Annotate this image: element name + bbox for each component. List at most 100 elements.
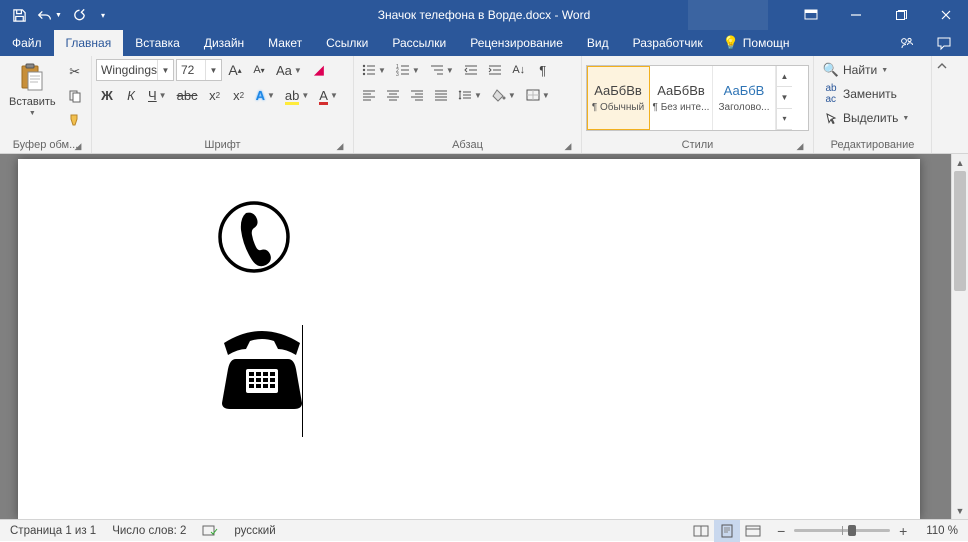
account-indicator[interactable] (688, 0, 768, 30)
subscript-button[interactable]: x2 (204, 84, 226, 106)
font-color-button[interactable]: A▼ (315, 84, 342, 106)
change-case-button[interactable]: Aa▼ (272, 59, 306, 81)
italic-button[interactable]: К (120, 84, 142, 106)
font-name-combo[interactable]: Wingdings ▼ (96, 59, 174, 81)
view-read-mode[interactable] (688, 520, 714, 542)
style-no-spacing[interactable]: АаБбВв ¶ Без инте... (650, 66, 713, 130)
tab-view[interactable]: Вид (575, 30, 621, 56)
collapse-ribbon-button[interactable] (932, 56, 952, 153)
tab-developer[interactable]: Разработчик (621, 30, 715, 56)
bullets-button[interactable]: ▼ (358, 59, 390, 81)
tab-review[interactable]: Рецензирование (458, 30, 575, 56)
select-button[interactable]: Выделить ▼ (818, 107, 927, 129)
font-launcher[interactable]: ◢ (333, 139, 347, 153)
align-left-button[interactable] (358, 84, 380, 106)
save-button[interactable] (6, 2, 32, 28)
tab-design[interactable]: Дизайн (192, 30, 256, 56)
styles-more[interactable]: ▾ (776, 109, 792, 130)
paste-button[interactable]: Вставить ▼ (4, 59, 61, 120)
clipboard-launcher[interactable]: ◢ (71, 139, 85, 153)
qat-customize-button[interactable]: ▾ (96, 2, 110, 28)
zoom-thumb[interactable] (848, 525, 856, 536)
sort-button[interactable]: A↓ (508, 59, 530, 81)
status-spellcheck[interactable] (194, 520, 226, 541)
wingdings-handset-symbol (216, 199, 920, 275)
undo-button[interactable]: ▼ (36, 2, 62, 28)
replace-button[interactable]: abac Заменить (818, 83, 927, 105)
scroll-up-button[interactable]: ▲ (952, 154, 968, 171)
text-effects-button[interactable]: A▼ (252, 84, 279, 106)
share-icon (898, 35, 914, 51)
status-words[interactable]: Число слов: 2 (104, 520, 194, 541)
styles-row-up[interactable]: ▲ (776, 66, 792, 87)
styles-row-down[interactable]: ▼ (776, 87, 792, 108)
tab-references[interactable]: Ссылки (314, 30, 380, 56)
line-spacing-button[interactable]: ▼ (454, 84, 486, 106)
zoom-in-button[interactable]: + (894, 523, 912, 539)
minimize-button[interactable] (833, 0, 878, 30)
shrink-font-button[interactable]: A▾ (248, 59, 270, 81)
shading-button[interactable]: ▼ (488, 84, 520, 106)
font-size-combo[interactable]: 72 ▼ (176, 59, 222, 81)
window-title: Значок телефона в Ворде.docx - Word (378, 8, 591, 22)
group-editing: 🔍 Найти ▼ abac Заменить Выделить ▼ Редак… (814, 56, 932, 153)
tab-file[interactable]: Файл (0, 30, 54, 56)
tell-me[interactable]: 💡 Помощн (715, 30, 798, 56)
borders-button[interactable]: ▼ (522, 84, 554, 106)
align-center-button[interactable] (382, 84, 404, 106)
group-clipboard: Вставить ▼ ✂ Буфер обм...◢ (0, 56, 92, 153)
minimize-icon (850, 9, 862, 21)
styles-launcher[interactable]: ◢ (793, 139, 807, 153)
align-right-button[interactable] (406, 84, 428, 106)
tab-home[interactable]: Главная (54, 30, 124, 56)
view-web-layout[interactable] (740, 520, 766, 542)
close-button[interactable] (923, 0, 968, 30)
scroll-track[interactable] (952, 171, 968, 502)
ribbon-tabs: Файл Главная Вставка Дизайн Макет Ссылки… (0, 30, 968, 56)
zoom-slider[interactable] (794, 529, 890, 532)
justify-icon (434, 89, 448, 101)
svg-text:3: 3 (396, 72, 399, 76)
zoom-control: − + (766, 523, 918, 539)
clear-formatting-button[interactable]: ◢ (308, 59, 330, 81)
increase-indent-button[interactable] (484, 59, 506, 81)
tab-mailings[interactable]: Рассылки (380, 30, 458, 56)
cut-button[interactable]: ✂ (64, 61, 86, 83)
strikethrough-button[interactable]: abc (173, 84, 202, 106)
vertical-scrollbar[interactable]: ▲ ▼ (951, 154, 968, 519)
tab-insert[interactable]: Вставка (123, 30, 192, 56)
status-language[interactable]: русский (226, 520, 283, 541)
highlight-button[interactable]: ab▼ (281, 84, 313, 106)
style-heading1[interactable]: АаБбВ Заголово... (713, 66, 776, 130)
copy-button[interactable] (64, 85, 86, 107)
comments-button[interactable] (926, 30, 962, 56)
redo-button[interactable] (66, 2, 92, 28)
tab-layout[interactable]: Макет (256, 30, 314, 56)
maximize-button[interactable] (878, 0, 923, 30)
font-size-dropdown[interactable]: ▼ (205, 60, 221, 80)
ribbon-options-button[interactable] (788, 0, 833, 30)
underline-button[interactable]: Ч▼ (144, 84, 171, 106)
zoom-out-button[interactable]: − (772, 523, 790, 539)
superscript-button[interactable]: x2 (228, 84, 250, 106)
view-print-layout[interactable] (714, 520, 740, 542)
decrease-indent-button[interactable] (460, 59, 482, 81)
bold-button[interactable]: Ж (96, 84, 118, 106)
grow-font-button[interactable]: A▴ (224, 59, 246, 81)
numbering-button[interactable]: 123▼ (392, 59, 424, 81)
paste-label: Вставить (9, 96, 56, 108)
format-painter-button[interactable] (64, 109, 86, 131)
document-page[interactable] (18, 159, 920, 519)
share-button[interactable] (888, 30, 924, 56)
font-name-dropdown[interactable]: ▼ (157, 60, 173, 80)
justify-button[interactable] (430, 84, 452, 106)
find-button[interactable]: 🔍 Найти ▼ (818, 59, 927, 81)
paragraph-launcher[interactable]: ◢ (561, 139, 575, 153)
zoom-level[interactable]: 110 % (918, 520, 966, 541)
status-page[interactable]: Страница 1 из 1 (2, 520, 104, 541)
scroll-down-button[interactable]: ▼ (952, 502, 968, 519)
show-marks-button[interactable]: ¶ (532, 59, 554, 81)
style-normal[interactable]: АаБбВв ¶ Обычный (587, 66, 650, 130)
multilevel-button[interactable]: ▼ (426, 59, 458, 81)
scroll-thumb[interactable] (954, 171, 966, 291)
